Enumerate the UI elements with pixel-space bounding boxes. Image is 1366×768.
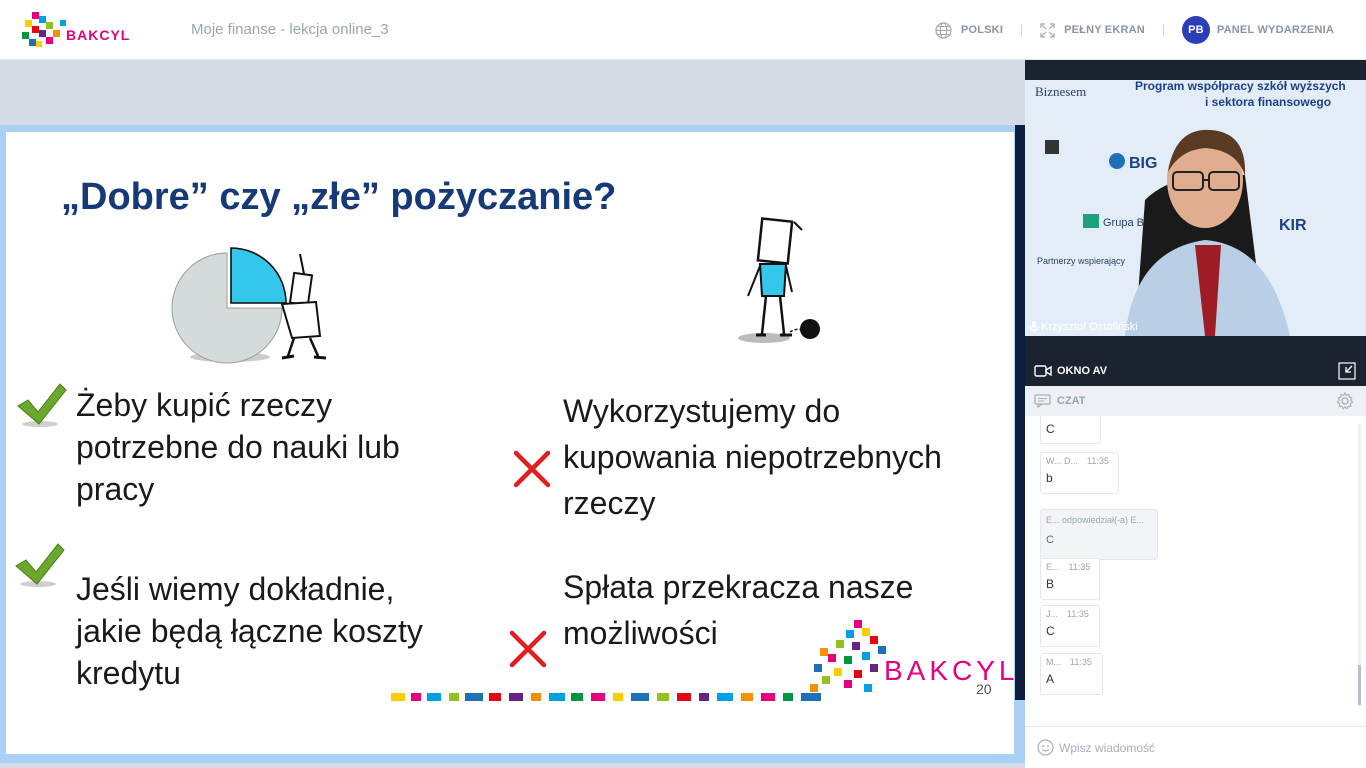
event-panel-button[interactable]: PB PANEL WYDARZENIA	[1181, 16, 1334, 44]
av-window-bar[interactable]: OKNO AV	[1025, 356, 1366, 386]
checkmark-icon	[17, 383, 67, 427]
event-title: Moje finanse - lekcja online_3	[191, 21, 389, 38]
video-camera-icon	[1034, 365, 1052, 377]
slide-title: „Dobre” czy „złe” pożyczanie?	[61, 176, 617, 218]
av-window-label: OKNO AV	[1057, 365, 1108, 377]
svg-text:BAKCYL: BAKCYL	[66, 27, 130, 43]
speaker-name-tag: Krzysztof Ostafiński	[1029, 321, 1138, 333]
checkmark-icon	[15, 543, 65, 587]
chat-scrollbar[interactable]	[1358, 424, 1361, 706]
good-borrowing-item-1: Żeby kupić rzeczy potrzebne do nauki lub…	[76, 387, 400, 507]
cross-icon	[509, 630, 547, 668]
chat-message: E... 11:35 B	[1040, 558, 1100, 600]
chat-message-input[interactable]	[1059, 738, 1349, 758]
language-label: POLSKI	[960, 24, 1004, 36]
separator	[1021, 24, 1023, 36]
chat-header: CZAT	[1025, 386, 1366, 416]
bakcyl-logo[interactable]: BAKCYL	[22, 12, 146, 48]
svg-text:BIG: BIG	[1129, 155, 1157, 172]
chat-message: W... D... 11:35 b	[1040, 452, 1119, 494]
chat-bubble-icon	[1034, 394, 1051, 408]
globe-icon	[935, 21, 952, 39]
separator	[1162, 24, 1164, 36]
chat-message: C	[1040, 416, 1101, 444]
chat-message-list[interactable]: C W... D... 11:35 b E... odpowiedział(-a)…	[1025, 416, 1366, 726]
svg-text:Biznesem: Biznesem	[1035, 84, 1086, 99]
bad-borrowing-item-1: Wykorzystujemy do kupowania niepotrzebny…	[563, 393, 942, 521]
cross-icon	[513, 450, 551, 488]
fullscreen-button[interactable]: PEŁNY EKRAN	[1040, 22, 1145, 38]
fullscreen-icon	[1040, 22, 1055, 38]
chat-reply-message: E... odpowiedział(-a) E... C	[1040, 509, 1158, 560]
event-panel-label: PANEL WYDARZENIA	[1216, 24, 1334, 36]
chat-input-row	[1025, 726, 1366, 768]
speaker-name: Krzysztof Ostafiński	[1041, 321, 1138, 333]
gear-icon[interactable]	[1336, 392, 1354, 410]
presentation-stage: „Dobre” czy „złe” pożyczanie? Żeby kupić…	[0, 60, 1025, 768]
chat-title: CZAT	[1057, 395, 1086, 407]
minimize-window-icon[interactable]	[1338, 362, 1356, 380]
chat-message: J... 11:35 C	[1040, 605, 1100, 647]
svg-text:BAKCYL: BAKCYL	[884, 655, 1014, 686]
presentation-slide: „Dobre” czy „złe” pożyczanie? Żeby kupić…	[6, 132, 1014, 754]
svg-text:KIR: KIR	[1279, 217, 1307, 234]
page-number: 20	[976, 681, 992, 697]
svg-text:Partnerzy wspierający: Partnerzy wspierający	[1037, 256, 1126, 266]
side-panel: Program współpracy szkół wyższych i sekt…	[1025, 60, 1366, 768]
decorative-strip	[391, 693, 821, 701]
chat-message: M... 11:35 A	[1040, 653, 1103, 695]
chat-scroll-thumb[interactable]	[1358, 665, 1361, 705]
good-borrowing-item-2: Jeśli wiemy dokładnie, jakie będą łączne…	[76, 571, 423, 691]
emoji-icon[interactable]	[1037, 739, 1054, 756]
microphone-icon	[1029, 321, 1039, 333]
slide-edge	[1015, 125, 1025, 700]
avatar: PB	[1181, 16, 1210, 44]
pie-figure-illustration	[171, 247, 327, 364]
language-button[interactable]: POLSKI	[935, 21, 1004, 39]
top-bar: BAKCYL Moje finanse - lekcja online_3 PO…	[0, 0, 1366, 60]
fullscreen-label: PEŁNY EKRAN	[1064, 24, 1145, 36]
ball-chain-illustration	[738, 217, 820, 343]
top-actions: POLSKI PEŁNY EKRAN PB PANEL WYDARZENIA	[935, 0, 1334, 60]
svg-text:Program współpracy szkół wyższ: Program współpracy szkół wyższych	[1135, 80, 1346, 93]
svg-text:i sektora finansowego: i sektora finansowego	[1205, 95, 1331, 109]
speaker-video: Program współpracy szkół wyższych i sekt…	[1025, 80, 1366, 336]
video-window[interactable]: Program współpracy szkół wyższych i sekt…	[1025, 60, 1366, 356]
